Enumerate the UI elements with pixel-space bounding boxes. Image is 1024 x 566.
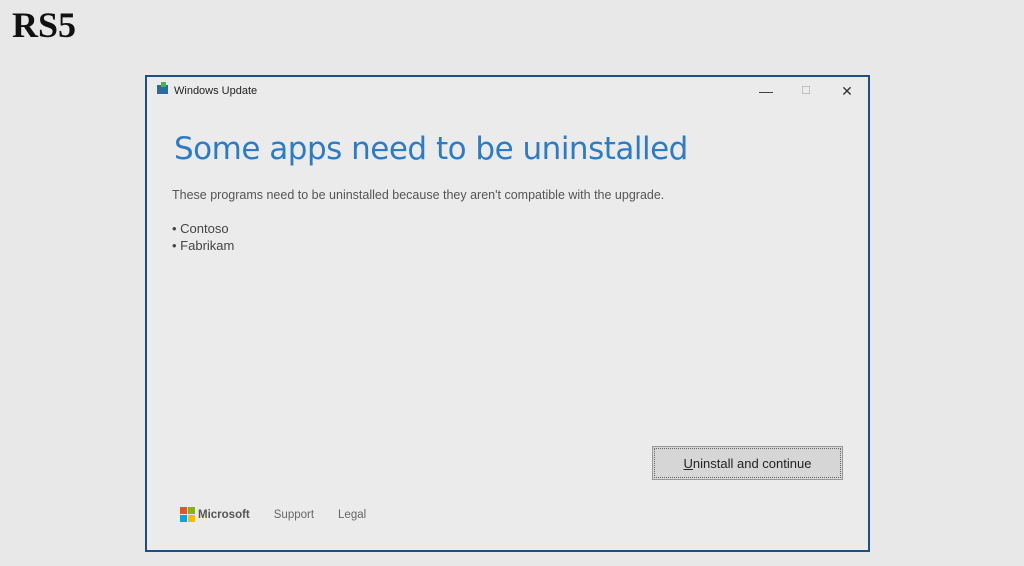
page-heading: Some apps need to be uninstalled <box>174 131 688 167</box>
slide-title: RS5 <box>12 4 76 46</box>
footer: Microsoft Support Legal <box>180 507 390 522</box>
uninstall-and-continue-button[interactable]: Uninstall and continue <box>652 446 843 480</box>
legal-link[interactable]: Legal <box>338 509 366 521</box>
close-button[interactable]: ✕ <box>832 80 862 102</box>
support-link[interactable]: Support <box>274 509 314 521</box>
list-item: • Contoso <box>172 220 234 237</box>
minimize-button[interactable]: — <box>751 80 781 102</box>
window-title: Windows Update <box>174 85 257 97</box>
button-label: ninstall and continue <box>693 456 812 471</box>
windows-update-dialog: Windows Update — ☐ ✕ Some apps need to b… <box>145 75 870 552</box>
list-item: • Fabrikam <box>172 237 234 254</box>
maximize-button[interactable]: ☐ <box>791 80 821 102</box>
title-bar: Windows Update — ☐ ✕ <box>147 77 868 105</box>
app-list: • Contoso • Fabrikam <box>172 220 234 254</box>
windows-update-icon <box>157 85 168 94</box>
microsoft-brand: Microsoft <box>198 509 250 521</box>
mnemonic: U <box>684 456 693 471</box>
description: These programs need to be uninstalled be… <box>172 188 664 202</box>
microsoft-logo-icon <box>180 507 195 522</box>
